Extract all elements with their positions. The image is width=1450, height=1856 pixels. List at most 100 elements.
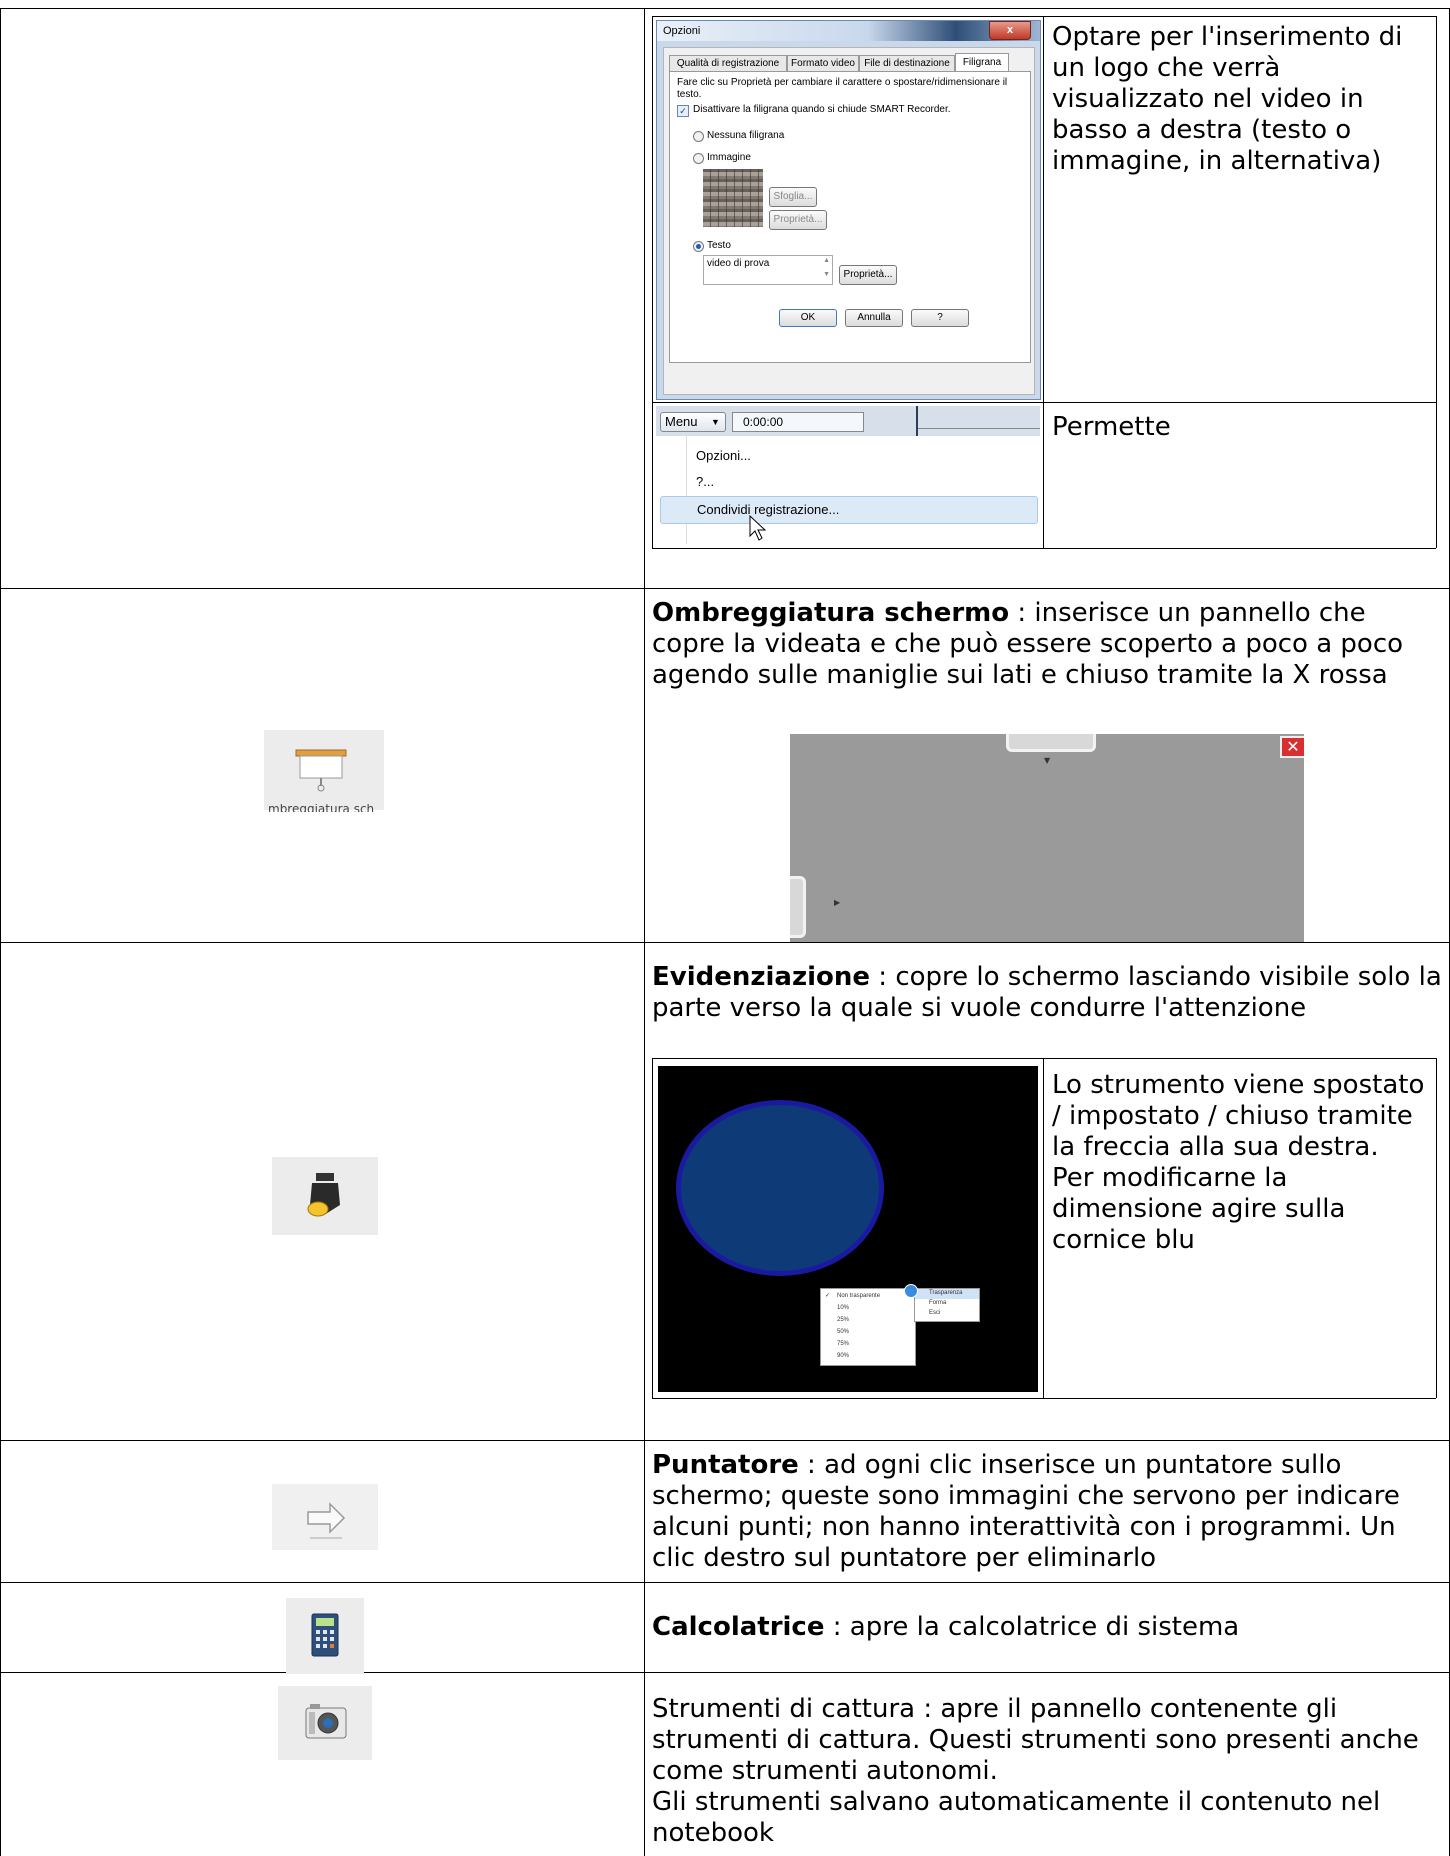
table-border [0, 1440, 1450, 1441]
mouse-cursor-icon [748, 514, 768, 545]
inner-table-border [652, 16, 1436, 17]
radio-text[interactable] [693, 241, 704, 252]
spotlight-title: Evidenziazione [652, 962, 871, 992]
text-properties-button[interactable]: Proprietà... [839, 265, 897, 285]
table-border [644, 8, 645, 1856]
close-button[interactable]: x [989, 21, 1031, 40]
checkbox-label: Disattivare la filigrana quando si chiud… [693, 104, 951, 115]
close-x-icon[interactable]: ✕ [1280, 736, 1304, 758]
options-dialog: Opzioni x Qualità di registrazione Forma… [656, 20, 1041, 400]
screen-shade-preview: ▼ ▶ ✕ [790, 734, 1304, 942]
spotlight-preview: Non trasparente ✓ 10% 25% 50% 75% 90% Tr… [658, 1066, 1038, 1392]
tab-video-format[interactable]: Formato video [787, 55, 859, 72]
share-description: Permette [1052, 412, 1171, 442]
table-border [0, 942, 1450, 943]
check-icon: ✓ [825, 1293, 831, 1299]
tab-destination[interactable]: File di destinazione [859, 55, 955, 72]
calculator-icon[interactable] [286, 1598, 364, 1674]
inner-table-border [1436, 1058, 1437, 1398]
down-arrow-icon: ▼ [1044, 756, 1051, 765]
tab-watermark[interactable]: Filigrana [955, 53, 1009, 72]
pointer-description: Puntatore : ad ogni clic inserisce un pu… [652, 1450, 1400, 1573]
menu-item-options[interactable]: Opzioni... [696, 448, 751, 463]
menu-item-share[interactable]: Condividi registrazione... [660, 496, 1038, 524]
table-border [0, 8, 1450, 9]
menu-item-help[interactable]: ?... [696, 474, 714, 489]
calculator-description: Calcolatrice : apre la calcolatrice di s… [652, 1612, 1240, 1642]
screen-shade-icon[interactable]: mbreggiatura sch [264, 730, 384, 812]
pointer-icon[interactable] [272, 1484, 378, 1550]
transparency-option[interactable]: 10% [837, 1305, 849, 1311]
image-properties-button[interactable]: Proprietà... [769, 210, 827, 230]
watermark-text-input[interactable]: video di prova ▲ ▼ [703, 255, 833, 285]
spotlight-description: Evidenziazione : copre lo schermo lascia… [652, 962, 1442, 1023]
scroll-down-icon[interactable]: ▼ [823, 271, 830, 278]
icon-caption: mbreggiatura sch [268, 804, 375, 812]
dialog-title: Opzioni [663, 25, 701, 37]
watermark-image-preview [703, 169, 763, 227]
watermark-description: Optare per l'inserimento di un logo che … [1052, 22, 1403, 176]
projector-screen-icon [295, 749, 347, 792]
calculator-title: Calcolatrice [652, 1612, 825, 1642]
tab-quality[interactable]: Qualità di registrazione [669, 55, 787, 72]
inner-table-border [1043, 1058, 1044, 1398]
calculator-glyph-icon [311, 1613, 339, 1657]
radio-image-label: Immagine [707, 152, 751, 163]
arrow-right-icon [307, 1502, 346, 1539]
menu-arrow-icon[interactable] [904, 1284, 918, 1298]
radio-image[interactable] [693, 153, 704, 164]
spotlight-ellipse[interactable] [676, 1100, 884, 1276]
inner-table-border [652, 1398, 1436, 1399]
spotlight-lamp-icon [307, 1173, 340, 1217]
spotlight-icon[interactable] [272, 1157, 378, 1235]
help-button[interactable]: ? [911, 309, 969, 327]
time-display: 0:00:00 [732, 412, 864, 432]
inner-table-border [652, 1058, 1436, 1059]
pointer-title: Puntatore [652, 1450, 799, 1480]
tab-bar: Qualità di registrazione Formato video F… [669, 53, 1029, 72]
context-menu-item[interactable]: Forma [929, 1300, 946, 1306]
right-arrow-icon: ▶ [834, 898, 841, 907]
recorder-menu-screenshot: Menu ▼ 0:00:00 Opzioni... ?... Condividi… [656, 406, 1040, 544]
top-handle[interactable] [1006, 734, 1096, 752]
ok-button[interactable]: OK [779, 309, 837, 327]
camera-icon[interactable] [278, 1686, 372, 1760]
inner-table-border [652, 402, 1436, 403]
table-border [0, 1672, 1450, 1673]
capture-description: Strumenti di cattura : apre il pannello … [652, 1694, 1419, 1848]
scroll-up-icon[interactable]: ▲ [823, 257, 830, 264]
context-menu-item[interactable]: Trasparenza [929, 1290, 962, 1296]
spotlight-side-description: Lo strumento viene spostato / impostato … [1052, 1070, 1425, 1255]
table-border [0, 1582, 1450, 1583]
inner-table-border [652, 548, 1436, 549]
disable-watermark-checkbox[interactable]: ✓ [677, 105, 689, 117]
transparency-option[interactable]: 90% [837, 1353, 849, 1359]
inner-table-border [652, 16, 653, 548]
inner-table-border [1043, 16, 1044, 548]
camera-glyph-icon [305, 1704, 347, 1739]
radio-text-label: Testo [707, 240, 731, 251]
radio-no-watermark[interactable] [693, 131, 704, 142]
transparency-option[interactable]: 25% [837, 1317, 849, 1323]
close-icon: x [1006, 24, 1014, 36]
context-menu-item[interactable]: Esci [929, 1310, 940, 1316]
radio-no-watermark-label: Nessuna filigrana [707, 130, 785, 141]
screen-shade-description: Ombreggiatura schermo : inserisce un pan… [652, 598, 1404, 690]
inner-table-border [652, 1058, 653, 1398]
spotlight-context-menu: Trasparenza Forma Esci [914, 1288, 980, 1322]
cancel-button[interactable]: Annulla [845, 309, 903, 327]
inner-table-border [1436, 16, 1437, 548]
browse-button[interactable]: Sfoglia... [769, 187, 817, 207]
instruction-text: Fare clic su Proprietà per cambiare il c… [677, 77, 1008, 100]
chevron-down-icon: ▼ [711, 417, 720, 427]
transparency-option[interactable]: 50% [837, 1329, 849, 1335]
transparency-option[interactable]: Non trasparente [837, 1293, 880, 1299]
menu-dropdown[interactable]: Menu ▼ [660, 412, 726, 432]
screen-shade-title: Ombreggiatura schermo [652, 598, 1010, 628]
transparency-submenu: Non trasparente ✓ 10% 25% 50% 75% 90% [820, 1288, 916, 1366]
table-border [0, 588, 1450, 589]
table-border [0, 8, 1, 1856]
left-handle[interactable] [790, 876, 806, 938]
dialog-titlebar [657, 21, 1040, 41]
transparency-option[interactable]: 75% [837, 1341, 849, 1347]
